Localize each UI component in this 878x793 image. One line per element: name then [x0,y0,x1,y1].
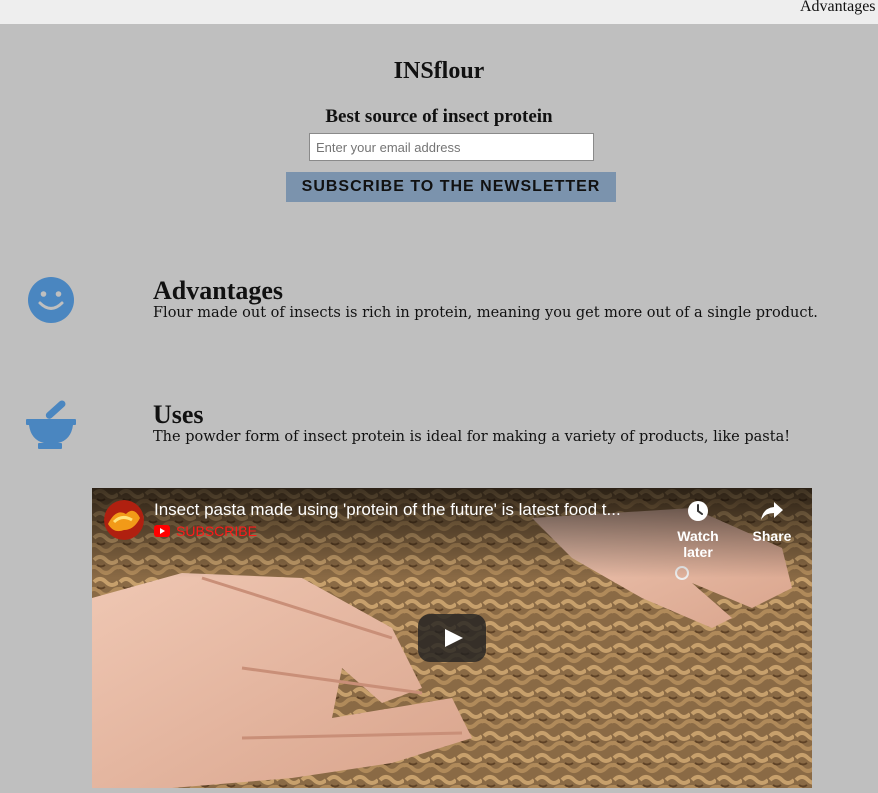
play-button[interactable] [418,614,486,662]
nav-link-advantages[interactable]: Advantages [800,0,876,16]
share-icon [761,502,783,520]
play-icon [445,629,463,647]
share-label: Share [752,528,792,544]
tagline: Best source of insect protein [325,106,553,127]
youtube-logo-icon [154,525,170,537]
smile-icon [26,276,76,328]
feature-text: Flour made out of insects is rich in pro… [153,305,818,321]
mortar-pestle-icon [26,400,76,454]
watch-later-label: Watch later [677,528,719,560]
email-field[interactable] [309,133,594,161]
video-embed[interactable]: Insect pasta made using 'protein of the … [92,488,812,788]
channel-avatar[interactable] [104,500,144,540]
subscribe-label: SUBSCRIBE [176,523,257,539]
video-title[interactable]: Insect pasta made using 'protein of the … [154,500,621,520]
subscribe-button[interactable]: SUBSCRIBE TO THE NEWSLETTER [286,172,616,202]
share-button[interactable]: Share [735,500,809,544]
feature-heading: Advantages [153,276,284,305]
page-title: INSflour [393,58,485,84]
feature-text: The powder form of insect protein is ide… [153,429,791,445]
clock-icon [688,501,708,521]
feature-heading: Uses [153,400,204,429]
channel-subscribe-button[interactable]: SUBSCRIBE [154,523,257,539]
watch-later-button[interactable]: Watch later [661,500,735,560]
top-nav-bar: Advantages [0,0,878,24]
